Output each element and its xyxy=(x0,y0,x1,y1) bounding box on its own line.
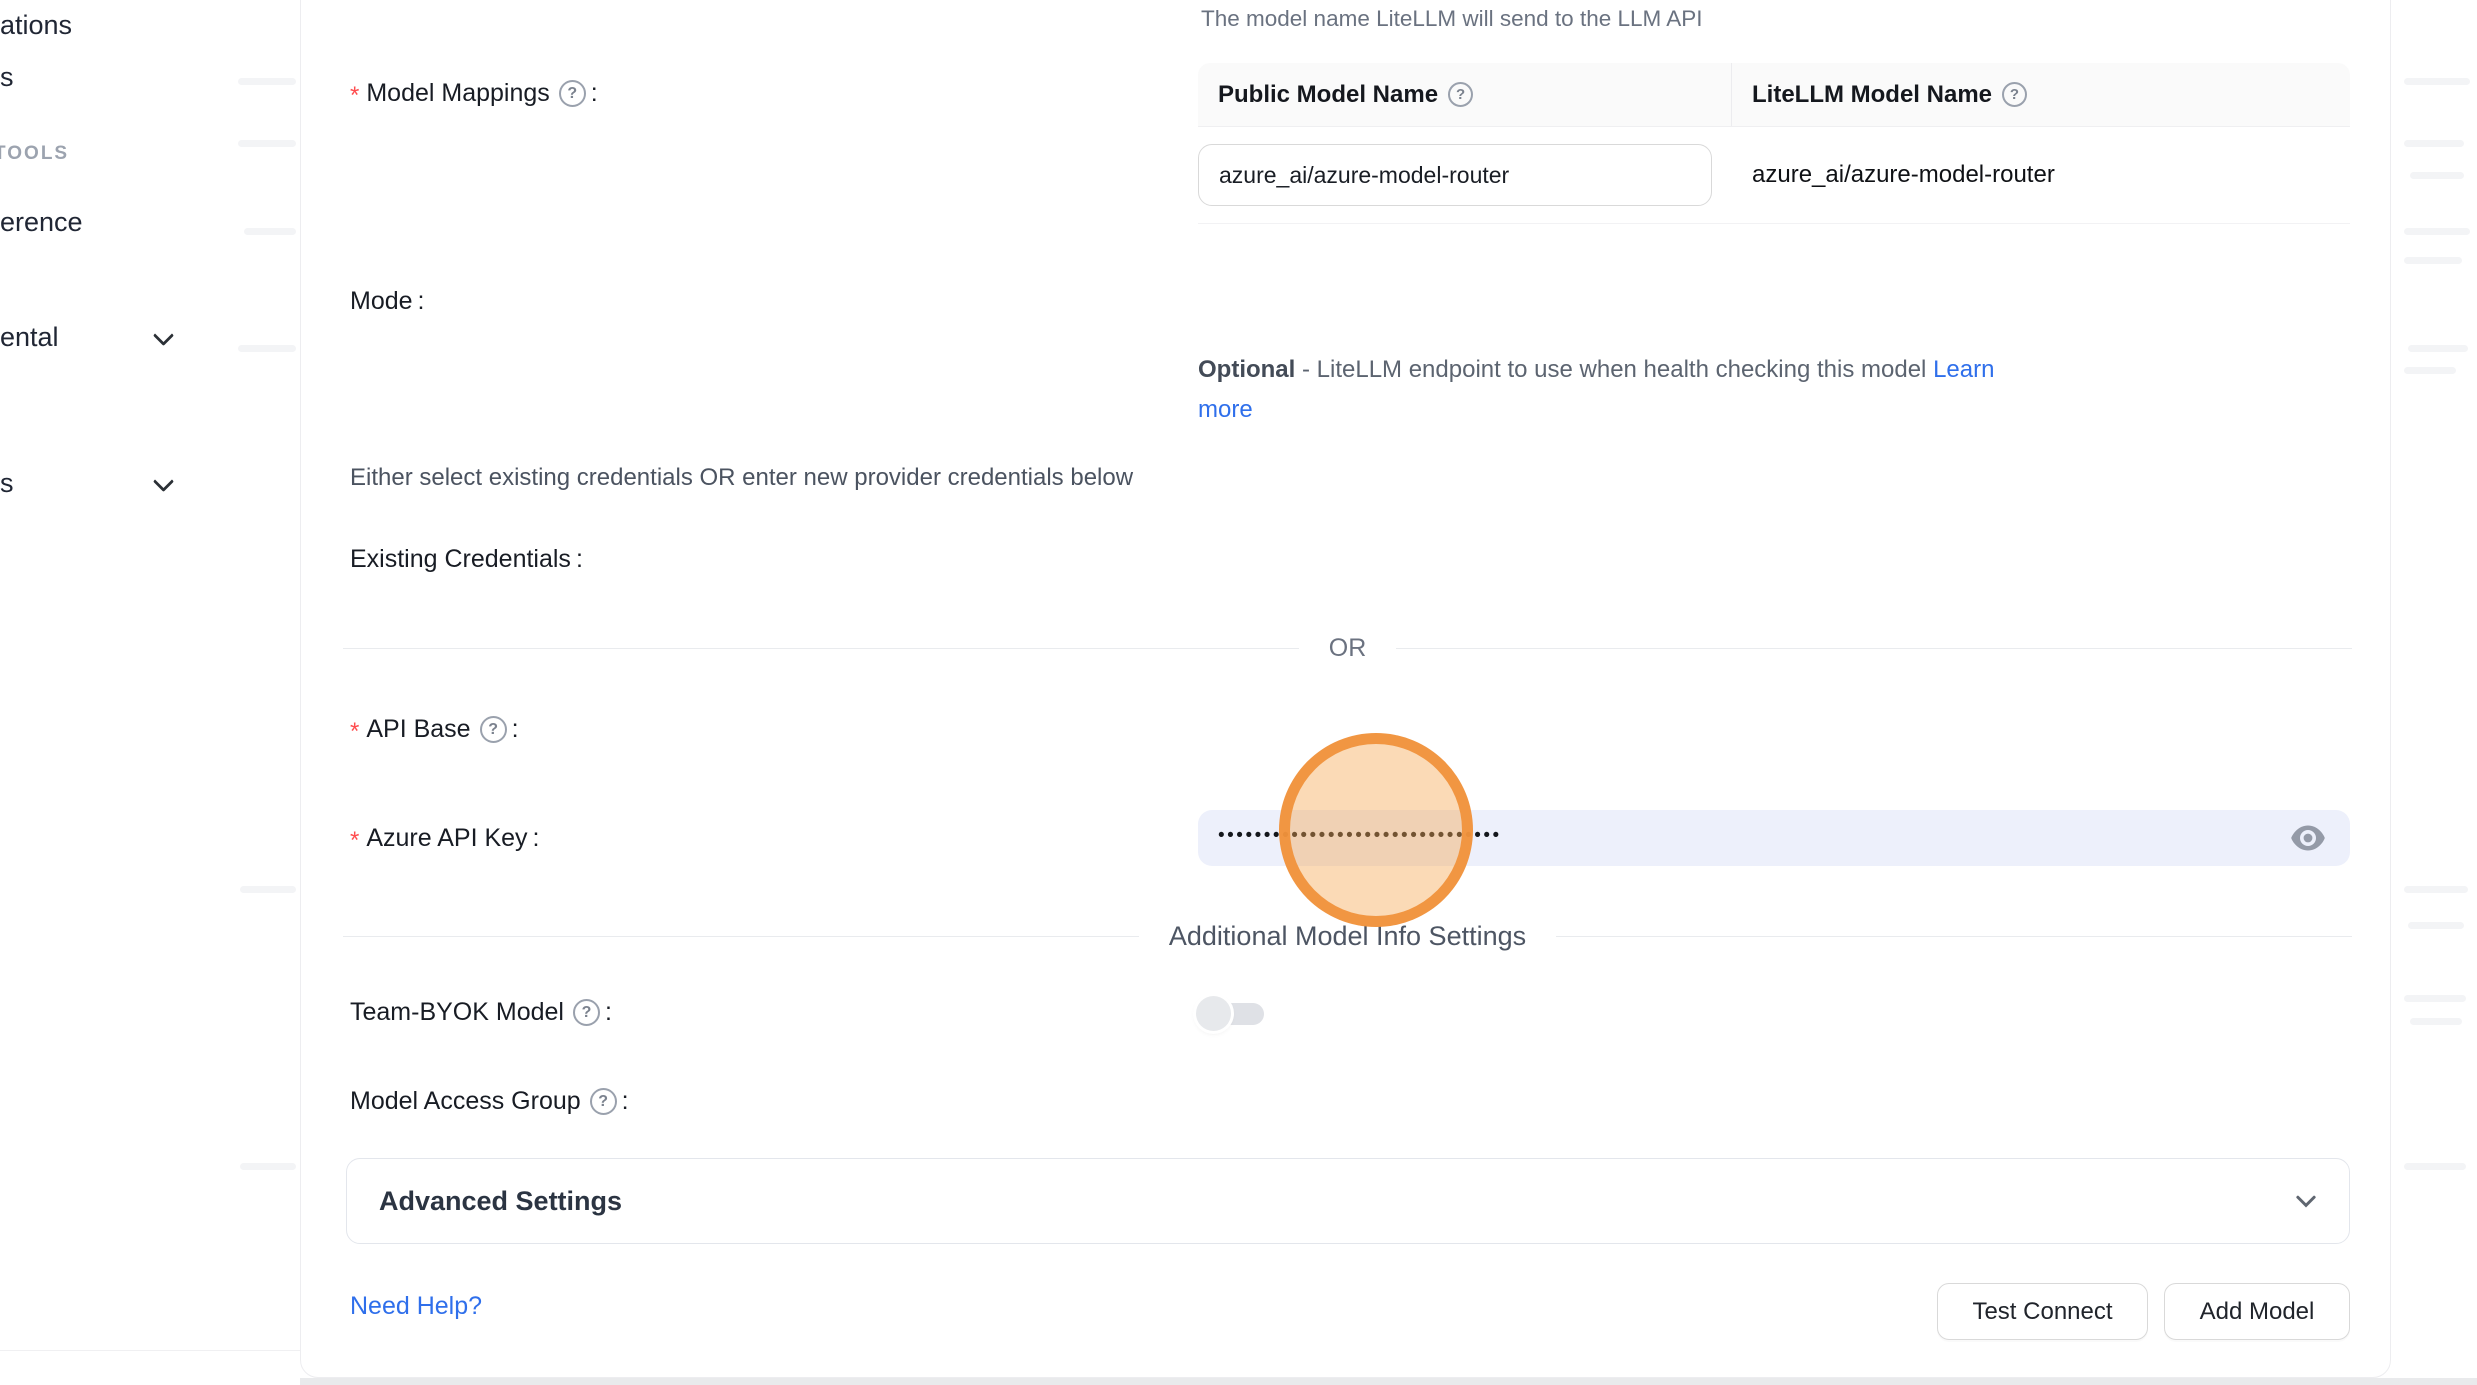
sidebar-item-inference[interactable]: erence xyxy=(0,207,83,238)
model-mappings-label-text: Model Mappings xyxy=(366,79,549,108)
mode-help-body: - LiteLLM endpoint to use when health ch… xyxy=(1295,356,1933,383)
help-icon[interactable]: ? xyxy=(2002,82,2027,107)
dimmed-row xyxy=(238,140,296,147)
team-byok-label-text: Team-BYOK Model xyxy=(350,998,564,1027)
existing-credentials-label-text: Existing Credentials xyxy=(350,545,571,574)
additional-settings-divider: Additional Model Info Settings xyxy=(343,921,2352,951)
help-icon[interactable]: ? xyxy=(590,1088,617,1115)
label-colon: : xyxy=(605,998,612,1027)
table-header: Public Model Name ? LiteLLM Model Name ? xyxy=(1198,63,2350,127)
learn-more-link[interactable]: more xyxy=(1198,396,1253,423)
eye-icon[interactable] xyxy=(2290,825,2326,852)
advanced-settings-label: Advanced Settings xyxy=(379,1186,622,1217)
need-help-link[interactable]: Need Help? xyxy=(350,1292,482,1321)
dimmed-row xyxy=(2404,1163,2466,1170)
or-divider-label: OR xyxy=(1299,634,1397,663)
dimmed-row xyxy=(2410,1018,2462,1025)
credentials-note: Either select existing credentials OR en… xyxy=(350,464,1133,492)
team-byok-toggle[interactable] xyxy=(1196,996,1264,1031)
required-marker: * xyxy=(350,827,359,855)
masked-api-key: ••••••••••••••••••••••••••••••• xyxy=(1218,825,1502,847)
column-header-public-model-name: Public Model Name ? xyxy=(1198,63,1732,126)
model-name-hint: The model name LiteLLM will send to the … xyxy=(1201,6,1703,32)
model-access-group-label-text: Model Access Group xyxy=(350,1087,581,1116)
sidebar-item-organizations[interactable]: ations xyxy=(0,10,72,41)
required-marker: * xyxy=(350,718,359,746)
dimmed-row xyxy=(2404,228,2470,235)
label-colon: : xyxy=(591,79,598,108)
dimmed-row xyxy=(238,345,296,352)
sidebar-divider xyxy=(0,1350,300,1351)
model-mappings-table: Public Model Name ? LiteLLM Model Name ?… xyxy=(1198,63,2350,224)
mode-help-bold: Optional xyxy=(1198,356,1295,383)
sidebar-item-settings[interactable]: s xyxy=(0,468,14,499)
page-background-strip xyxy=(300,1378,2477,1385)
dimmed-row xyxy=(244,228,296,235)
azure-api-key-label-text: Azure API Key xyxy=(366,824,527,853)
api-base-label-text: API Base xyxy=(366,715,470,744)
label-colon: : xyxy=(622,1087,629,1116)
sidebar-section-tools: TOOLS xyxy=(0,143,69,165)
dimmed-row xyxy=(240,1163,296,1170)
mode-label-text: Mode xyxy=(350,287,413,316)
help-icon[interactable]: ? xyxy=(480,716,507,743)
advanced-settings-panel[interactable]: Advanced Settings xyxy=(346,1158,2350,1244)
column-header-litellm-model-name: LiteLLM Model Name ? xyxy=(1732,63,2350,126)
column-header-label: LiteLLM Model Name xyxy=(1752,81,1992,109)
dimmed-row xyxy=(240,886,296,893)
chevron-down-icon[interactable] xyxy=(155,474,172,491)
label-colon: : xyxy=(418,287,425,316)
chevron-down-icon[interactable] xyxy=(155,328,172,345)
dimmed-row xyxy=(2404,78,2470,85)
litellm-model-name-value: azure_ai/azure-model-router xyxy=(1732,161,2350,189)
dimmed-row xyxy=(2404,367,2456,374)
test-connect-button[interactable]: Test Connect xyxy=(1937,1283,2148,1340)
dimmed-row xyxy=(2408,922,2464,929)
dimmed-row xyxy=(2404,257,2462,264)
existing-credentials-label: Existing Credentials : xyxy=(350,545,583,574)
label-colon: : xyxy=(576,545,583,574)
help-icon[interactable]: ? xyxy=(1448,82,1473,107)
sidebar-item-experimental[interactable]: ental xyxy=(0,322,59,353)
add-model-button[interactable]: Add Model xyxy=(2164,1283,2350,1340)
dimmed-row xyxy=(238,78,296,85)
mode-label: Mode : xyxy=(350,287,425,316)
additional-settings-divider-label: Additional Model Info Settings xyxy=(1139,921,1556,952)
team-byok-label: Team-BYOK Model ? : xyxy=(350,998,612,1027)
azure-api-key-input[interactable]: ••••••••••••••••••••••••••••••• xyxy=(1198,810,2350,866)
help-icon[interactable]: ? xyxy=(559,80,586,107)
learn-more-link[interactable]: Learn xyxy=(1933,356,1994,383)
model-mappings-label: * Model Mappings ? : xyxy=(350,79,598,108)
dimmed-row xyxy=(2408,345,2468,352)
label-colon: : xyxy=(533,824,540,853)
api-base-label: * API Base ? : xyxy=(350,715,519,744)
sidebar-item[interactable]: s xyxy=(0,62,14,93)
azure-api-key-label: * Azure API Key : xyxy=(350,824,540,853)
or-divider: OR xyxy=(343,633,2352,663)
toggle-knob xyxy=(1196,996,1231,1031)
dimmed-row xyxy=(2404,140,2464,147)
chevron-down-icon xyxy=(2291,1186,2321,1216)
model-access-group-label: Model Access Group ? : xyxy=(350,1087,629,1116)
dimmed-row xyxy=(2404,995,2466,1002)
label-colon: : xyxy=(512,715,519,744)
mode-help-text: Optional - LiteLLM endpoint to use when … xyxy=(1198,350,2258,430)
required-marker: * xyxy=(350,82,359,110)
table-row: azure_ai/azure-model-router xyxy=(1198,127,2350,224)
dimmed-row xyxy=(2404,886,2468,893)
dimmed-row xyxy=(2410,172,2464,179)
help-icon[interactable]: ? xyxy=(573,999,600,1026)
column-header-label: Public Model Name xyxy=(1218,81,1438,109)
public-model-name-input[interactable] xyxy=(1198,144,1712,206)
